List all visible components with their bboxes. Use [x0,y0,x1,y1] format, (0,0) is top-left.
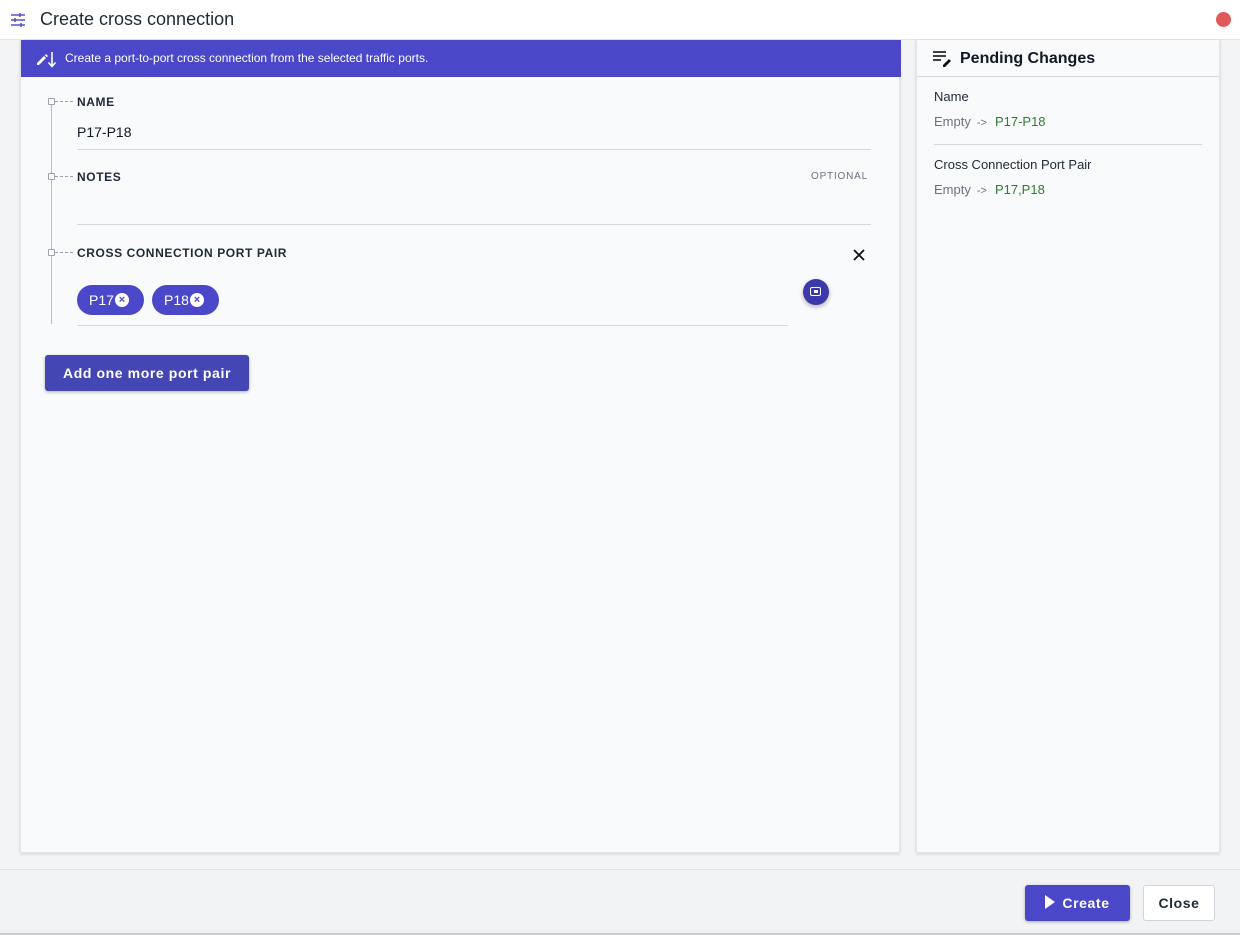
port-chip: P18 × [152,285,219,315]
tree-node [48,98,55,105]
change-old-value: Empty [934,182,971,197]
change-divider [934,144,1202,145]
name-input[interactable]: P17-P18 [77,124,131,140]
name-underline [77,149,871,150]
name-label: NAME [77,95,115,109]
change-new-value: P17-P18 [994,114,1046,129]
change-row: Empty -> P17,P18 [934,182,1204,197]
create-button[interactable]: Create [1025,885,1130,921]
change-label: Name [934,89,969,104]
pending-changes-panel: Pending Changes Name Empty -> P17-P18 Cros… [916,40,1220,853]
notes-label: NOTES [77,170,122,184]
tree-node [48,249,55,256]
port-select-icon-dot [814,290,818,293]
window-title: Create cross connection [40,9,235,29]
close-button[interactable]: Close [1143,885,1215,921]
pending-changes-title: Pending Changes [960,50,1096,67]
remove-pair-icon[interactable] [851,247,867,263]
change-old-value: Empty [934,114,971,129]
change-item: Name Empty -> P17-P18 [934,89,1204,129]
play-icon [1045,895,1056,909]
add-port-pair-button[interactable]: Add one more port pair [45,355,249,391]
change-arrow: -> [976,117,987,129]
chip-label: P18 [164,292,189,308]
form-panel: Create a port-to-port cross connection f… [20,40,901,853]
change-arrow: -> [976,185,987,197]
title-bar: Create cross connection [0,0,1240,40]
pending-changes-header: Pending Changes [917,40,1219,77]
pending-edit-icon [933,51,951,67]
chip-remove-icon[interactable]: × [189,293,204,307]
change-row: Empty -> P17-P18 [934,114,1204,129]
port-pair-underline [77,325,788,326]
edit-sort-icon [37,52,57,68]
banner-text: Create a port-to-port cross connection f… [65,51,429,65]
dialog-footer: Create Close [0,869,1240,935]
change-new-value: P17,P18 [994,182,1045,197]
tree-node [48,173,55,180]
optional-tag: OPTIONAL [811,171,868,182]
port-pair-label: CROSS CONNECTION PORT PAIR [77,246,288,260]
notes-input[interactable] [77,190,871,224]
info-banner: Create a port-to-port cross connection f… [21,40,901,77]
port-chip: P17 × [77,285,144,315]
tune-icon [11,13,25,27]
tree-line [51,102,52,324]
change-label: Cross Connection Port Pair [934,157,1092,172]
tree-connector [55,176,73,177]
change-item: Cross Connection Port Pair Empty -> P17,P1… [934,157,1204,197]
chip-remove-icon[interactable]: × [114,293,129,307]
tree-connector [55,252,73,253]
chip-label: P17 [89,292,114,308]
select-ports-button[interactable] [803,279,829,305]
notes-underline [77,224,871,225]
tree-connector [55,101,73,102]
record-indicator-dot [1216,12,1231,27]
create-button-label: Create [1062,895,1110,911]
